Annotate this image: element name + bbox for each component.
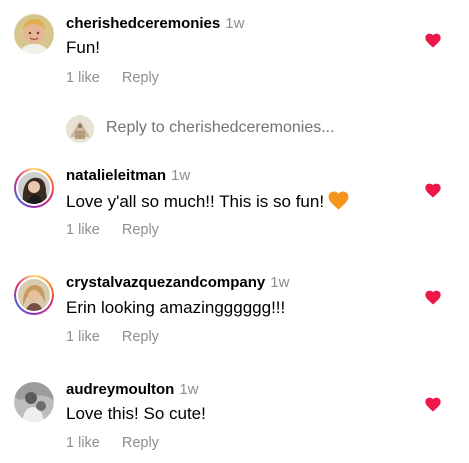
reply-button[interactable]: Reply — [122, 222, 159, 238]
comment-username[interactable]: cherishedceremonies 1w — [66, 15, 244, 32]
avatar-photo — [14, 14, 54, 54]
avatar-photo — [18, 172, 50, 204]
comment-text: Love y'all so much!! This is so fun! — [66, 191, 349, 212]
comment-meta: 1 like Reply — [66, 70, 181, 86]
comment-username[interactable]: natalieleitman 1w — [66, 167, 190, 184]
avatar-photo — [14, 382, 54, 422]
like-count[interactable]: 1 like — [66, 70, 100, 86]
comment-time: 1w — [270, 274, 290, 291]
comment-username[interactable]: crystalvazquezandcompany 1w — [66, 274, 289, 291]
avatar[interactable] — [14, 275, 54, 315]
avatar — [66, 115, 94, 143]
comment-meta: 1 like Reply — [66, 329, 181, 345]
comment-meta: 1 like Reply — [66, 435, 181, 451]
like-count[interactable]: 1 like — [66, 329, 100, 345]
avatar[interactable] — [14, 168, 54, 208]
avatar[interactable] — [14, 382, 54, 422]
comment-text: Erin looking amazingggggg!!! — [66, 298, 286, 317]
comment-time: 1w — [225, 15, 245, 32]
comment-time: 1w — [171, 167, 191, 184]
avatar-photo — [18, 279, 50, 311]
reply-thread-label[interactable]: Reply to cherishedceremonies... — [106, 119, 335, 137]
comment-text: Love this! So cute! — [66, 404, 206, 423]
orange-heart-icon — [328, 191, 349, 210]
heart-icon[interactable] — [425, 290, 441, 305]
reply-button[interactable]: Reply — [122, 70, 159, 86]
reply-thread-composer[interactable]: Reply to cherishedceremonies... — [66, 114, 446, 144]
heart-icon[interactable] — [425, 183, 441, 198]
comment-text: Fun! — [66, 38, 101, 57]
comment-meta: 1 like Reply — [66, 222, 181, 238]
like-count[interactable]: 1 like — [66, 222, 100, 238]
reply-button[interactable]: Reply — [122, 329, 159, 345]
heart-icon[interactable] — [425, 397, 441, 412]
like-count[interactable]: 1 like — [66, 435, 100, 451]
comment-time: 1w — [179, 381, 199, 398]
reply-button[interactable]: Reply — [122, 435, 159, 451]
avatar[interactable] — [14, 14, 54, 54]
heart-icon[interactable] — [425, 33, 441, 48]
comment-username[interactable]: audreymoulton 1w — [66, 381, 199, 398]
